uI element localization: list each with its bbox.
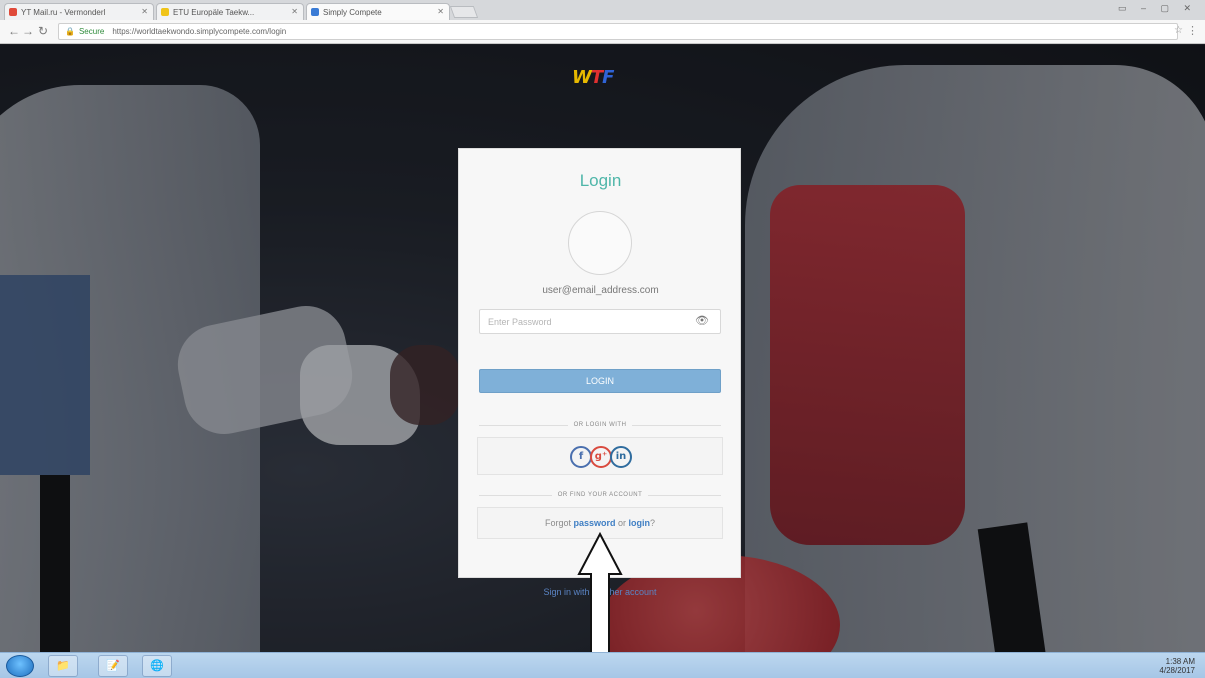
forgot-login-link[interactable]: login bbox=[629, 518, 651, 528]
system-clock[interactable]: 1:38 AM 4/28/2017 bbox=[1159, 657, 1195, 675]
social-login-divider: OR LOGIN WITH bbox=[479, 419, 721, 431]
address-bar: ← → ↻ 🔒 Secure https://worldtaekwondo.simp… bbox=[0, 20, 1205, 44]
forgot-suffix: ? bbox=[650, 518, 656, 528]
new-tab-button[interactable] bbox=[449, 6, 479, 18]
google-plus-icon[interactable]: g⁺ bbox=[590, 446, 612, 468]
clock-time: 1:38 AM bbox=[1165, 657, 1195, 666]
user-email: user@email_address.com bbox=[542, 285, 659, 296]
secure-label: Secure bbox=[78, 27, 105, 36]
logo-letter-f: F bbox=[602, 67, 614, 88]
forgot-middle: or bbox=[615, 518, 629, 528]
bookmark-star-icon[interactable]: ☆ bbox=[1174, 25, 1183, 36]
forgot-password-link[interactable]: password bbox=[573, 518, 615, 528]
password-input[interactable] bbox=[479, 309, 721, 334]
forward-arrow-icon[interactable]: → bbox=[22, 24, 34, 38]
find-account-divider: OR FIND YOUR ACCOUNT bbox=[479, 489, 721, 501]
browser-tab-simplycompete[interactable]: Simply Compete ✕ bbox=[306, 3, 450, 20]
lock-icon: 🔒 bbox=[65, 27, 75, 36]
browser-tab-etu[interactable]: ETU Europäle Taekw... ✕ bbox=[156, 3, 304, 20]
browser-tabstrip: YT Mail.ru - Vermonderl ✕ ETU Europäle T… bbox=[0, 0, 1205, 20]
browser-tab-label: Simply Compete bbox=[323, 8, 382, 17]
login-button[interactable]: LOGIN bbox=[479, 369, 721, 393]
close-icon[interactable]: ✕ bbox=[141, 7, 148, 16]
clock-date: 4/28/2017 bbox=[1159, 666, 1195, 675]
simplycompete-favicon-icon bbox=[311, 8, 319, 16]
etu-favicon-icon bbox=[161, 8, 169, 16]
login-card: Login user@email_address.com 👁 LOGIN OR … bbox=[458, 148, 741, 578]
taskbar-explorer-icon[interactable]: 📁 bbox=[48, 655, 78, 677]
taskbar-app-icon[interactable]: 📝 bbox=[98, 655, 128, 677]
facebook-icon[interactable]: f bbox=[570, 446, 592, 468]
page-background: WTF Login user@email_address.com 👁 LOGIN… bbox=[0, 45, 1205, 652]
wtf-logo: WTF bbox=[572, 67, 614, 88]
linkedin-icon[interactable]: in bbox=[610, 446, 632, 468]
close-icon[interactable]: ✕ bbox=[291, 7, 298, 16]
browser-tab-label: ETU Europäle Taekw... bbox=[173, 8, 255, 17]
url-input[interactable]: 🔒 Secure https://worldtaekwondo.simplycomp… bbox=[58, 23, 1178, 40]
logo-letter-t: T bbox=[590, 67, 603, 88]
browser-tab-mail[interactable]: YT Mail.ru - Vermonderl ✕ bbox=[4, 3, 154, 20]
close-icon[interactable]: ✕ bbox=[437, 7, 444, 16]
login-title: Login bbox=[579, 171, 622, 190]
annotation-up-arrow-icon bbox=[577, 532, 623, 652]
taskbar-chrome-icon[interactable]: 🌐 bbox=[142, 655, 172, 677]
start-button[interactable] bbox=[6, 655, 34, 677]
forgot-prefix: Forgot bbox=[544, 518, 574, 528]
browser-menu-icon[interactable]: ⋮ bbox=[1187, 24, 1198, 37]
window-controls[interactable]: ▭ – ▢ ✕ bbox=[1118, 3, 1197, 14]
back-arrow-icon[interactable]: ← bbox=[8, 24, 20, 38]
mail-favicon-icon bbox=[9, 8, 17, 16]
avatar bbox=[568, 211, 632, 275]
url-text: https://worldtaekwondo.simplycompete.com… bbox=[112, 27, 287, 36]
show-password-eye-icon[interactable]: 👁 bbox=[695, 315, 709, 327]
windows-taskbar: 📁 📝 🌐 1:38 AM 4/28/2017 bbox=[0, 652, 1205, 678]
logo-letter-w: W bbox=[572, 67, 592, 88]
social-login-box: f g⁺ in bbox=[477, 437, 723, 475]
browser-tab-label: YT Mail.ru - Vermonderl bbox=[21, 8, 106, 17]
find-account-divider-label: OR FIND YOUR ACCOUNT bbox=[551, 489, 649, 501]
reload-icon[interactable]: ↻ bbox=[38, 24, 48, 38]
social-login-divider-label: OR LOGIN WITH bbox=[567, 419, 633, 431]
